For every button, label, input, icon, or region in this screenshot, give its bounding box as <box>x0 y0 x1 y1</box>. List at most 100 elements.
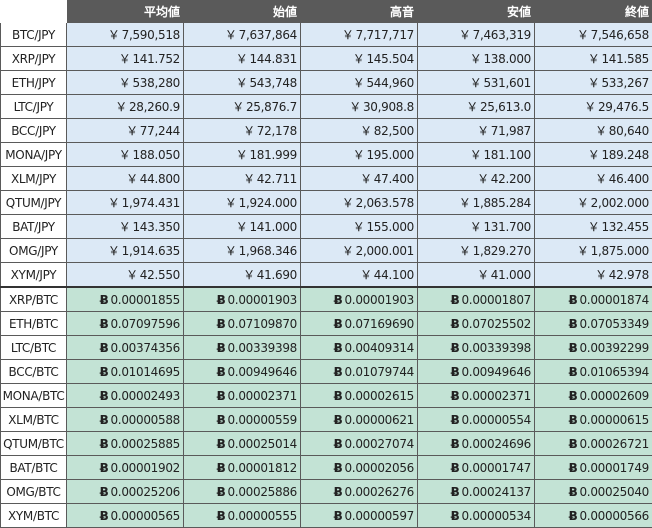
table-row: XRP/BTCɃ0.00001855Ƀ0.00001903Ƀ0.00001903… <box>1 287 652 312</box>
cell-value: 0.00001749 <box>579 461 649 475</box>
cell-open: Ƀ0.00000559 <box>184 408 301 432</box>
pair-label: XYM/JPY <box>1 263 67 288</box>
cell-value: 44.800 <box>140 172 180 186</box>
cell-value: 132.455 <box>601 220 649 234</box>
price-table: 平均値 始値 高音 安値 終値 BTC/JPY￥7,590,518￥7,637,… <box>0 0 652 528</box>
cell-value: 195.000 <box>366 148 414 162</box>
currency-symbol: Ƀ <box>217 509 226 523</box>
cell-value: 145.504 <box>366 52 414 66</box>
cell-value: 0.07025502 <box>461 317 531 331</box>
cell-value: 131.700 <box>483 220 531 234</box>
currency-symbol: Ƀ <box>217 341 226 355</box>
cell-value: 44.100 <box>374 268 414 282</box>
cell-value: 0.00000566 <box>579 509 649 523</box>
cell-high: Ƀ0.00001903 <box>301 287 418 312</box>
pair-label: XLM/JPY <box>1 167 67 191</box>
cell-value: 2,002.000 <box>591 196 649 210</box>
currency-symbol: Ƀ <box>217 365 226 379</box>
currency-symbol: Ƀ <box>217 293 226 307</box>
cell-close: ￥29,476.5 <box>535 95 652 119</box>
cell-high: ￥7,717,717 <box>301 23 418 47</box>
cell-high: Ƀ0.00000621 <box>301 408 418 432</box>
cell-value: 80,640 <box>609 124 649 138</box>
cell-value: 0.00024137 <box>461 485 531 499</box>
cell-value: 0.00002615 <box>344 389 414 403</box>
cell-high: Ƀ0.00027074 <box>301 432 418 456</box>
currency-symbol: ￥ <box>232 100 244 114</box>
cell-value: 0.00339398 <box>227 341 297 355</box>
table-row: QTUM/JPY￥1,974.431￥1,924.000￥2,063.578￥1… <box>1 191 652 215</box>
cell-value: 2,000.001 <box>356 244 414 258</box>
currency-symbol: ￥ <box>459 244 471 258</box>
currency-symbol: Ƀ <box>100 317 109 331</box>
pair-label: QTUM/JPY <box>1 191 67 215</box>
pair-label: ETH/JPY <box>1 71 67 95</box>
cell-low: Ƀ0.00339398 <box>418 336 535 360</box>
currency-symbol: Ƀ <box>569 293 578 307</box>
pair-label: OMG/BTC <box>1 480 67 504</box>
cell-low: ￥25,613.0 <box>418 95 535 119</box>
pair-label: MONA/JPY <box>1 143 67 167</box>
currency-symbol: Ƀ <box>217 485 226 499</box>
cell-value: 7,717,717 <box>356 28 414 42</box>
cell-open: ￥25,876.7 <box>184 95 301 119</box>
cell-value: 0.00026276 <box>344 485 414 499</box>
currency-symbol: Ƀ <box>451 341 460 355</box>
cell-close: ￥7,546,658 <box>535 23 652 47</box>
currency-symbol: Ƀ <box>100 365 109 379</box>
cell-value: 533,267 <box>601 76 649 90</box>
currency-symbol: ￥ <box>470 76 482 90</box>
currency-symbol: Ƀ <box>569 461 578 475</box>
currency-symbol: Ƀ <box>100 437 109 451</box>
cell-close: Ƀ0.00002609 <box>535 384 652 408</box>
cell-value: 0.00025206 <box>110 485 180 499</box>
cell-open: Ƀ0.00000555 <box>184 504 301 528</box>
currency-symbol: ￥ <box>588 52 600 66</box>
cell-close: ￥189.248 <box>535 143 652 167</box>
cell-value: 0.00001874 <box>579 293 649 307</box>
currency-symbol: ￥ <box>243 268 255 282</box>
currency-symbol: ￥ <box>477 172 489 186</box>
cell-value: 181.100 <box>483 148 531 162</box>
table-row: XLM/BTCɃ0.00000588Ƀ0.00000559Ƀ0.00000621… <box>1 408 652 432</box>
cell-value: 1,914.635 <box>122 244 180 258</box>
cell-open: ￥1,924.000 <box>184 191 301 215</box>
cell-value: 0.01065394 <box>579 365 649 379</box>
cell-average: ￥188.050 <box>67 143 184 167</box>
table-row: XYM/BTCɃ0.00000565Ƀ0.00000555Ƀ0.00000597… <box>1 504 652 528</box>
cell-average: Ƀ0.01014695 <box>67 360 184 384</box>
cell-average: Ƀ0.00001855 <box>67 287 184 312</box>
currency-symbol: ￥ <box>360 172 372 186</box>
currency-symbol: ￥ <box>243 172 255 186</box>
cell-close: ￥533,267 <box>535 71 652 95</box>
cell-value: 0.00374356 <box>110 341 180 355</box>
currency-symbol: ￥ <box>459 28 471 42</box>
currency-symbol: ￥ <box>119 148 131 162</box>
cell-value: 41.000 <box>491 268 531 282</box>
cell-value: 1,875.000 <box>591 244 649 258</box>
cell-value: 144.831 <box>249 52 297 66</box>
table-header: 平均値 始値 高音 安値 終値 <box>1 1 652 23</box>
cell-value: 0.00000554 <box>461 413 531 427</box>
currency-symbol: ￥ <box>119 220 131 234</box>
currency-symbol: Ƀ <box>451 317 460 331</box>
cell-value: 1,885.284 <box>473 196 531 210</box>
cell-low: ￥41.000 <box>418 263 535 288</box>
currency-symbol: Ƀ <box>334 293 343 307</box>
currency-symbol: Ƀ <box>100 509 109 523</box>
currency-symbol: ￥ <box>588 148 600 162</box>
cell-average: Ƀ0.00374356 <box>67 336 184 360</box>
cell-close: ￥42.978 <box>535 263 652 288</box>
cell-low: Ƀ0.00001747 <box>418 456 535 480</box>
cell-open: ￥181.999 <box>184 143 301 167</box>
currency-symbol: Ƀ <box>100 293 109 307</box>
cell-average: Ƀ0.00000588 <box>67 408 184 432</box>
currency-symbol: ￥ <box>119 52 131 66</box>
currency-symbol: ￥ <box>353 148 365 162</box>
cell-average: Ƀ0.00025885 <box>67 432 184 456</box>
cell-value: 0.00025886 <box>227 485 297 499</box>
cell-value: 0.00002609 <box>579 389 649 403</box>
cell-open: Ƀ0.00025886 <box>184 480 301 504</box>
pair-label: BCC/JPY <box>1 119 67 143</box>
currency-symbol: ￥ <box>349 100 361 114</box>
